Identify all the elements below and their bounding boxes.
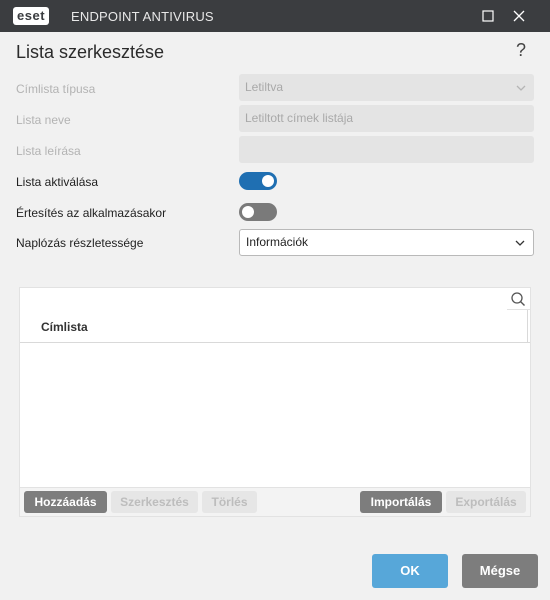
chevron-down-icon [516, 74, 526, 101]
ok-button[interactable]: OK [372, 554, 448, 588]
search-input[interactable] [20, 288, 507, 310]
title-bar: eset ENDPOINT ANTIVIRUS [0, 0, 550, 32]
notify-label: Értesítés az alkalmazásakor [16, 206, 167, 220]
dialog-title: Lista szerkesztése [16, 42, 165, 62]
export-button: Exportálás [446, 491, 526, 513]
cancel-button[interactable]: Mégse [462, 554, 538, 588]
list-description-label: Lista leírása [16, 144, 81, 158]
product-name: ENDPOINT ANTIVIRUS [71, 9, 214, 24]
chevron-down-icon [515, 230, 525, 255]
add-button[interactable]: Hozzáadás [24, 491, 107, 513]
column-header-address-list[interactable]: Címlista [41, 320, 88, 334]
log-verbosity-value: Információk [246, 235, 309, 249]
search-icon[interactable] [510, 291, 526, 307]
list-type-label: Címlista típusa [16, 82, 96, 96]
list-name-field: Letiltott címek listája [239, 105, 534, 132]
list-name-value: Letiltott címek listája [245, 111, 354, 125]
close-icon [513, 10, 525, 22]
address-list-panel: Címlista Hozzáadás Szerkesztés Törlés Im… [19, 287, 531, 517]
close-button[interactable] [503, 0, 535, 32]
delete-button: Törlés [202, 491, 257, 513]
list-name-label: Lista neve [16, 113, 71, 127]
table-toolbar: Hozzáadás Szerkesztés Törlés Importálás … [20, 487, 530, 516]
toggle-knob [262, 175, 274, 187]
help-icon[interactable]: ? [512, 40, 530, 62]
list-type-select: Letiltva [239, 74, 534, 101]
eset-logo: eset [13, 7, 50, 25]
list-type-value: Letiltva [245, 80, 284, 94]
column-divider [527, 310, 528, 343]
notify-toggle[interactable] [239, 203, 277, 221]
import-button[interactable]: Importálás [360, 491, 442, 513]
list-activation-label: Lista aktiválása [16, 175, 99, 189]
log-verbosity-label: Naplózás részletessége [16, 236, 144, 250]
toggle-knob [242, 206, 254, 218]
brand-logo-text: eset [13, 7, 50, 25]
maximize-button[interactable] [472, 0, 504, 32]
table-header: Címlista [20, 310, 530, 343]
table-body[interactable] [20, 344, 530, 486]
list-activation-toggle[interactable] [239, 172, 277, 190]
edit-button: Szerkesztés [111, 491, 198, 513]
log-verbosity-select[interactable]: Információk [239, 229, 534, 256]
list-description-field [239, 136, 534, 163]
maximize-icon [482, 10, 494, 22]
search-bar [20, 288, 530, 310]
